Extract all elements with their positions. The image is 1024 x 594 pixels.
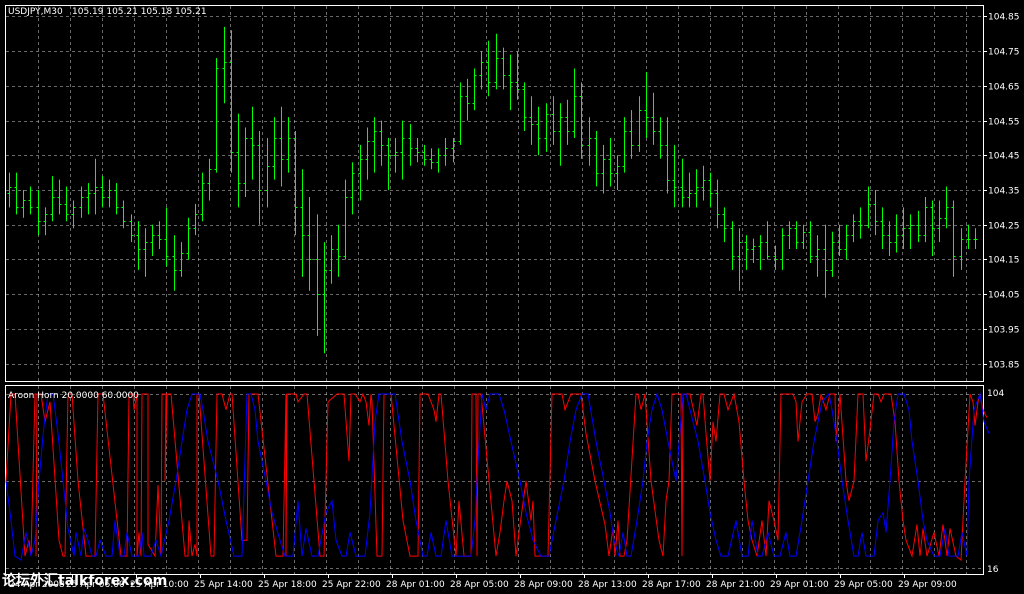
watermark-text: 论坛外汇talkforex.com — [2, 572, 167, 589]
aroon-y-tick-bottom: 16 — [987, 565, 999, 575]
time-tick-label: 28 Apr 05:00 — [450, 580, 509, 590]
price-tick-label: 104.65 — [988, 83, 1020, 93]
quote-label: 105.19 105.21 105.18 105.21 — [72, 7, 207, 17]
price-tick-label: 104.25 — [988, 222, 1020, 232]
symbol-label: USDJPY,M30 — [8, 7, 63, 17]
price-tick-label: 104.05 — [988, 291, 1020, 301]
price-tick-label: 103.85 — [988, 361, 1020, 371]
time-tick-label: 28 Apr 21:00 — [706, 580, 765, 590]
time-tick-label: 28 Apr 09:00 — [514, 580, 573, 590]
chart-canvas: 104.85 104.75 104.65 104.55 104.45 104.35 104.… — [0, 0, 1024, 594]
price-tick-label: 104.35 — [988, 187, 1020, 197]
price-tick-label: 104.85 — [988, 13, 1020, 23]
price-tick-label: 103.95 — [988, 326, 1020, 336]
time-tick-label: 28 Apr 01:00 — [386, 580, 445, 590]
time-tick-label: 29 Apr 05:00 — [834, 580, 893, 590]
price-tick-label: 104.75 — [988, 48, 1020, 58]
time-tick-label: 28 Apr 17:00 — [642, 580, 701, 590]
indicator-label: Aroon Horn 20.0000 60.0000 — [8, 391, 139, 401]
time-tick-label: 25 Apr 18:00 — [258, 580, 317, 590]
time-tick-label: 28 Apr 13:00 — [578, 580, 637, 590]
price-tick-label: 104.55 — [988, 118, 1020, 128]
time-tick-label: 29 Apr 01:00 — [770, 580, 829, 590]
time-tick-label: 29 Apr 09:00 — [898, 580, 957, 590]
time-tick-label: 25 Apr 22:00 — [322, 580, 381, 590]
aroon-y-tick-top: 104 — [987, 389, 1004, 399]
time-tick-label: 25 Apr 14:00 — [194, 580, 253, 590]
price-tick-label: 104.45 — [988, 152, 1020, 162]
price-tick-label: 104.15 — [988, 256, 1020, 266]
